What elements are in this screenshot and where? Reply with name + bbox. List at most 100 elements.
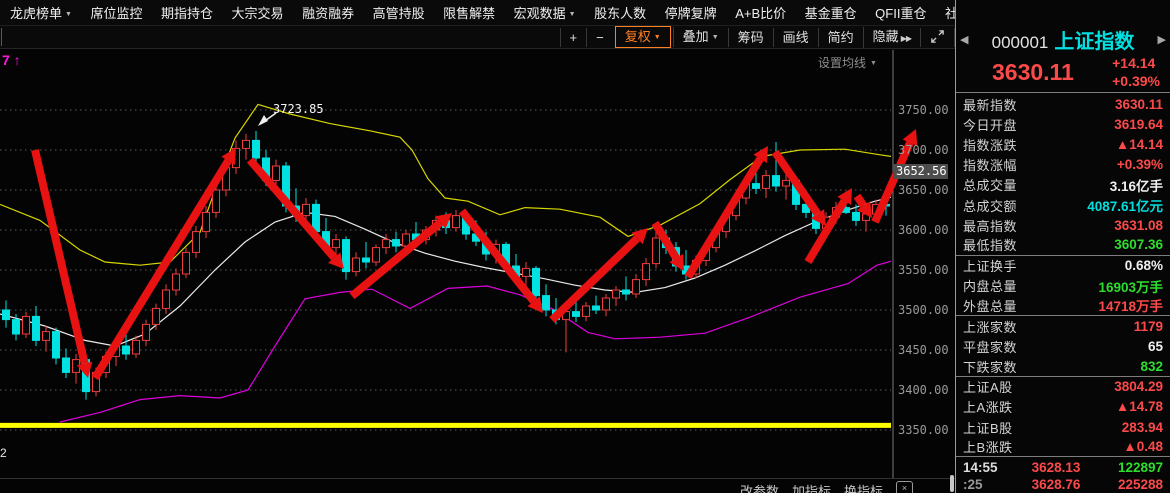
tick-row: 14:553628.13122897 [956,459,1170,476]
y-axis-label: 3350.00 [898,422,952,438]
y-axis-label: 3450.00 [898,342,952,358]
tick-time: :25 [963,477,1011,492]
indicator-buttons: 改参数 加指标 换指标 × [740,481,913,493]
menu-item-3[interactable]: 期指持仓 [159,3,215,22]
tick-row: :253628.76225288 [956,476,1170,493]
quote-row-label: 上证A股 [963,377,1013,396]
quote-row: 最高指数3631.08 [956,215,1170,235]
quote-row: 最新指数3630.11 [956,94,1170,114]
menu-item-12[interactable]: 基金重仓 [803,3,859,22]
menu-item-9[interactable]: 股东人数 [592,3,648,22]
quote-row: 指数涨幅 +0.39% [956,155,1170,175]
quote-row-label: 上证换手 [963,256,1017,275]
menu-item-11[interactable]: A+B比价 [733,3,788,22]
menu-item-8[interactable]: 宏观数据▼ [512,3,578,22]
quote-row-label: 最新指数 [963,95,1017,114]
tick-volume: 225288 [1101,477,1163,492]
quote-row-value: ▲14.14 [1116,137,1163,152]
quote-row-label: 指数涨跌 [963,135,1017,154]
peak-price-annotation: 3723.85 [273,102,324,116]
quote-row-label: 外盘总量 [963,296,1017,315]
quote-row: 上证B股283.94 [956,417,1170,437]
indicator-button-1[interactable]: 改参数 [740,481,779,493]
change-percent: +0.39% [1112,72,1160,90]
quote-row-value: +0.39% [1117,157,1163,172]
current-price-marker: 3652.56 [893,164,948,179]
adjust-price-button[interactable]: 复权▼ [615,26,671,48]
draw-line-button[interactable]: 画线 [773,28,818,47]
quote-row: 上B涨跌▲0.48 [956,437,1170,457]
y-axis-label: 3600.00 [898,222,952,238]
quote-row: 最低指数 3607.36 [956,235,1170,255]
quote-row-value: ▲14.78 [1116,399,1163,414]
quote-row: 外盘总量 14718万手 [956,296,1170,316]
indicator-button-2[interactable]: 加指标 [792,481,831,493]
prev-stock-arrow[interactable]: ◀ [960,33,968,46]
drawing-annotation: 7 ↑ [2,52,21,68]
quote-row: 上涨家数1179 [956,316,1170,336]
candlestick-chart-canvas[interactable] [0,0,955,493]
chevron-down-icon: ▼ [654,34,661,41]
menu-item-6[interactable]: 高管持股 [371,3,427,22]
simple-mode-button[interactable]: 简约 [818,28,863,47]
tick-price: 3628.13 [1011,460,1101,475]
menu-item-7[interactable]: 限售解禁 [441,3,497,22]
menu-item-13[interactable]: QFII重仓 [873,3,928,22]
tick-trades: 14:553628.13122897:253628.76225288 [956,459,1170,493]
quote-row-value: 65 [1148,339,1163,354]
chevron-down-icon: ▼ [870,60,877,67]
stock-app-window: 龙虎榜单▼ 席位监控期指持仓大宗交易融资融券高管持股限售解禁宏观数据▼ 股东人数停牌… [0,0,1170,493]
clipped-left-label: 2 [0,446,7,460]
quote-row-value: 14718万手 [1098,295,1163,315]
quote-row-value: 832 [1140,359,1163,374]
quote-header: ◀ 000001上证指数 ▶ [956,26,1170,52]
indicator-panel-divider [0,478,955,479]
menu-item-2[interactable]: 席位监控 [88,3,144,22]
chevron-down-icon: ▼ [569,11,576,18]
ma-settings-label: 设置均线 [818,56,866,70]
quote-row-label: 上证B股 [963,418,1013,437]
stock-title: 000001上证指数 [968,25,1157,54]
double-arrow-icon: ▶▶ [901,34,911,43]
zoom-in-button[interactable]: + [560,28,587,47]
close-indicator-icon[interactable]: × [896,481,913,493]
hide-button[interactable]: 隐藏▶▶ [863,27,920,48]
quote-row: 上A涨跌▲14.78 [956,397,1170,417]
y-axis-label: 3500.00 [898,302,952,318]
panel-collapse-handle[interactable] [950,475,954,492]
toolbar-buttons: +−复权▼叠加▼筹码画线简约隐藏▶▶ [560,26,955,48]
quote-row: 平盘家数 65 [956,336,1170,356]
y-axis-label: 3750.00 [898,102,952,118]
expand-icon [930,29,945,44]
ma-settings-dropdown[interactable]: 设置均线 ▼ [818,54,877,71]
quote-row: 指数涨跌 ▲14.14 [956,134,1170,154]
menu-item-10[interactable]: 停牌复牌 [663,3,719,22]
indicator-button-3[interactable]: 换指标 [844,481,883,493]
stock-code: 000001 [992,33,1049,52]
quote-row-value: 3607.36 [1114,237,1163,252]
quote-row-value: ▲0.48 [1123,439,1163,454]
quote-row-label: 平盘家数 [963,337,1017,356]
quote-rows: 最新指数3630.11今日开盘3619.64指数涨跌▲14.14指数涨幅+0.3… [956,94,1170,457]
quote-row-label: 最低指数 [963,235,1017,254]
quote-row-value: 3631.08 [1114,218,1163,233]
toolbar-left-edge [1,28,2,46]
quote-row-value: 3804.29 [1114,379,1163,394]
quote-row-value: 0.68% [1125,258,1163,273]
menu-item-1[interactable]: 龙虎榜单▼ [8,3,74,22]
menu-item-4[interactable]: 大宗交易 [230,3,286,22]
overlay-button[interactable]: 叠加▼ [673,27,728,47]
zoom-out-button[interactable]: − [586,28,613,47]
quote-row-label: 总成交量 [963,175,1017,194]
y-axis-label: 3650.00 [898,182,952,198]
quote-row: 上证A股 3804.29 [956,377,1170,397]
last-price: 3630.11 [992,59,1074,86]
menu-item-5[interactable]: 融资融券 [300,3,356,22]
chevron-down-icon: ▼ [65,11,72,18]
quote-row-label: 下跌家数 [963,357,1017,376]
next-stock-arrow[interactable]: ▶ [1158,33,1166,46]
quote-row-label: 指数涨幅 [963,155,1017,174]
fullscreen-button[interactable] [920,28,955,47]
quote-row-value: 3.16亿手 [1110,175,1163,195]
chip-distribution-button[interactable]: 筹码 [728,28,773,47]
